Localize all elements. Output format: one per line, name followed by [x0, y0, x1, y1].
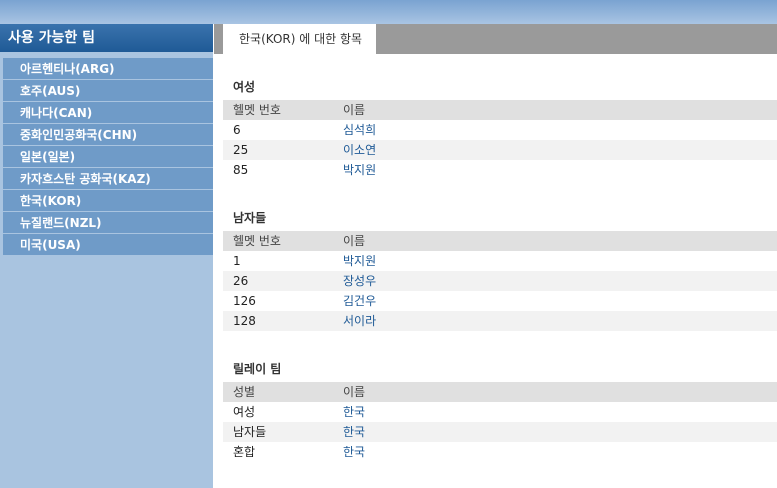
column-header-gender: 성별: [233, 385, 256, 399]
table-row: 26 장성우: [223, 271, 777, 291]
helmet-number: 1: [233, 254, 241, 268]
helmet-number: 85: [233, 163, 249, 177]
table-header-row: 성별 이름: [223, 382, 777, 402]
table-row: 25 이소연: [223, 140, 777, 160]
team-item-aus[interactable]: 호주(AUS): [3, 80, 213, 102]
team-item-kor[interactable]: 한국(KOR): [3, 190, 213, 212]
team-item-jpn[interactable]: 일본(일본): [3, 146, 213, 168]
relay-gender: 혼합: [233, 445, 256, 459]
relay-gender: 여성: [233, 405, 256, 419]
helmet-number: 6: [233, 123, 241, 137]
team-item-arg[interactable]: 아르헨티나(ARG): [3, 58, 213, 80]
athlete-name-link[interactable]: 김건우: [343, 291, 777, 311]
column-header-helmet: 헬멧 번호: [233, 103, 281, 117]
women-section: 여성 헬멧 번호 이름 6 심석희 25 이소연 85 박지원: [223, 78, 777, 180]
top-banner: [0, 0, 777, 24]
men-section: 남자들 헬멧 번호 이름 1 박지원 26 장성우 126 김건우 128 서이…: [223, 209, 777, 331]
team-list: 아르헨티나(ARG) 호주(AUS) 캐나다(CAN) 중화인민공화국(CHN)…: [0, 58, 213, 256]
table-row: 1 박지원: [223, 251, 777, 271]
athlete-name-link[interactable]: 박지원: [343, 251, 777, 271]
main-content: 한국(KOR) 에 대한 항목 여성 헬멧 번호 이름 6 심석희 25 이소연…: [213, 24, 777, 488]
team-item-can[interactable]: 캐나다(CAN): [3, 102, 213, 124]
tab-kor-entries[interactable]: 한국(KOR) 에 대한 항목: [223, 24, 377, 54]
column-header-name: 이름: [343, 103, 366, 117]
athlete-name-link[interactable]: 장성우: [343, 271, 777, 291]
relay-gender: 남자들: [233, 425, 267, 439]
men-section-title: 남자들: [233, 211, 267, 225]
helmet-number: 25: [233, 143, 249, 157]
table-row: 126 김건우: [223, 291, 777, 311]
relay-section-title: 릴레이 팀: [233, 362, 282, 376]
table-row: 남자들 한국: [223, 422, 777, 442]
team-item-chn[interactable]: 중화인민공화국(CHN): [3, 124, 213, 146]
relay-team-link[interactable]: 한국: [343, 422, 777, 442]
helmet-number: 26: [233, 274, 249, 288]
column-header-helmet: 헬멧 번호: [233, 234, 281, 248]
helmet-number: 126: [233, 294, 256, 308]
column-header-name: 이름: [343, 385, 366, 399]
relay-team-link[interactable]: 한국: [343, 442, 777, 462]
sidebar-header: 사용 가능한 팀: [0, 24, 213, 52]
table-header-row: 헬멧 번호 이름: [223, 100, 777, 120]
team-item-nzl[interactable]: 뉴질랜드(NZL): [3, 212, 213, 234]
table-row: 85 박지원: [223, 160, 777, 180]
relay-section: 릴레이 팀 성별 이름 여성 한국 남자들 한국 혼합 한국: [223, 360, 777, 462]
helmet-number: 128: [233, 314, 256, 328]
column-header-name: 이름: [343, 234, 366, 248]
tab-bar: 한국(KOR) 에 대한 항목: [214, 24, 777, 54]
team-item-kaz[interactable]: 카자흐스탄 공화국(KAZ): [3, 168, 213, 190]
table-row: 여성 한국: [223, 402, 777, 422]
table-row: 혼합 한국: [223, 442, 777, 462]
table-row: 6 심석희: [223, 120, 777, 140]
table-header-row: 헬멧 번호 이름: [223, 231, 777, 251]
table-row: 128 서이라: [223, 311, 777, 331]
athlete-name-link[interactable]: 이소연: [343, 140, 777, 160]
athlete-name-link[interactable]: 서이라: [343, 311, 777, 331]
team-item-usa[interactable]: 미국(USA): [3, 234, 213, 256]
sidebar: 사용 가능한 팀 아르헨티나(ARG) 호주(AUS) 캐나다(CAN) 중화인…: [0, 24, 213, 488]
women-section-title: 여성: [233, 80, 256, 94]
athlete-name-link[interactable]: 박지원: [343, 160, 777, 180]
relay-team-link[interactable]: 한국: [343, 402, 777, 422]
athlete-name-link[interactable]: 심석희: [343, 120, 777, 140]
